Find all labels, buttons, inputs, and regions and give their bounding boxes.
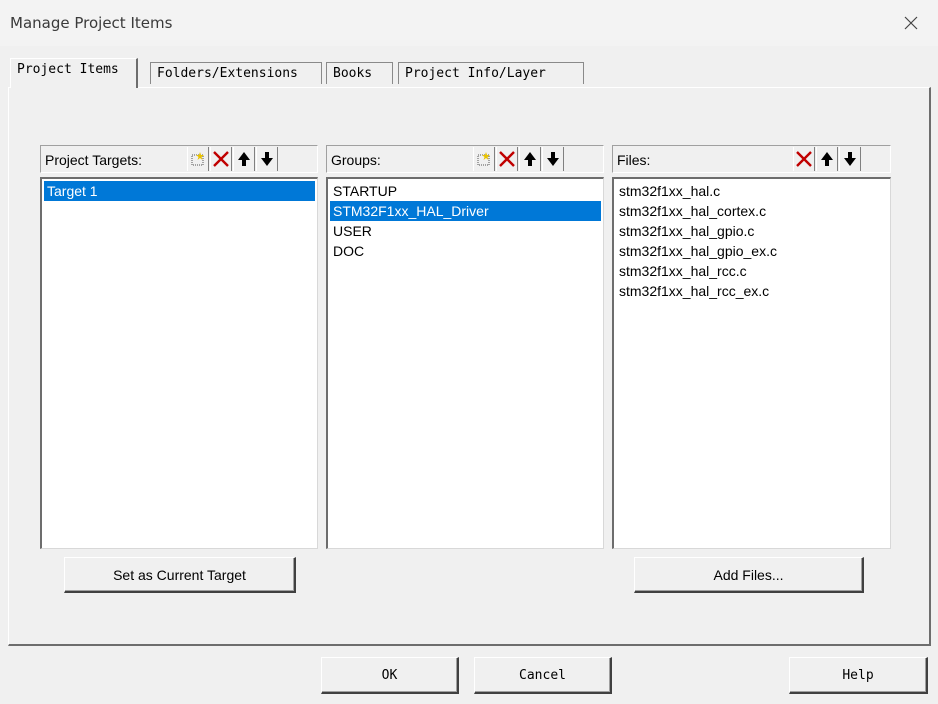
tab-label: Project Items — [17, 62, 119, 77]
tab-label: Project Info/Layer — [405, 66, 546, 81]
new-target-button[interactable] — [187, 147, 209, 171]
move-down-icon — [844, 152, 856, 166]
targets-list[interactable]: Target 1 — [40, 177, 318, 549]
targets-header: Project Targets: — [40, 145, 318, 173]
delete-icon — [499, 151, 515, 167]
move-target-down-button[interactable] — [256, 147, 278, 171]
delete-target-button[interactable] — [210, 147, 232, 171]
move-file-down-button[interactable] — [839, 147, 861, 171]
group-list-item[interactable]: DOC — [330, 241, 601, 261]
title-bar: Manage Project Items — [0, 0, 938, 46]
file-list-item[interactable]: stm32f1xx_hal_cortex.c — [616, 201, 888, 221]
group-list-item[interactable]: STM32F1xx_HAL_Driver — [330, 201, 601, 221]
button-label: Set as Current Target — [113, 566, 246, 583]
tab-project-items[interactable]: Project Items — [10, 58, 138, 88]
move-group-up-button[interactable] — [519, 147, 541, 171]
tab-label: Books — [333, 66, 373, 81]
targets-label: Project Targets: — [45, 152, 143, 168]
target-list-item[interactable]: Target 1 — [44, 181, 315, 201]
delete-group-button[interactable] — [496, 147, 518, 171]
move-down-icon — [261, 152, 273, 166]
button-label: Cancel — [519, 667, 566, 683]
move-down-icon — [547, 152, 559, 166]
window-title: Manage Project Items — [10, 14, 173, 32]
ok-button[interactable]: OK — [321, 657, 459, 694]
new-item-icon — [477, 152, 490, 166]
groups-label: Groups: — [331, 152, 381, 168]
new-group-button[interactable] — [473, 147, 495, 171]
files-list[interactable]: stm32f1xx_hal.c stm32f1xx_hal_cortex.c stm… — [612, 177, 891, 549]
move-up-icon — [524, 152, 536, 166]
groups-list[interactable]: STARTUP STM32F1xx_HAL_Driver USER DOC — [326, 177, 604, 549]
close-icon[interactable] — [898, 12, 924, 36]
move-up-icon — [821, 152, 833, 166]
button-label: Add Files... — [713, 566, 784, 583]
move-up-icon — [238, 152, 250, 166]
tab-project-info-layer[interactable]: Project Info/Layer — [398, 62, 584, 84]
delete-file-button[interactable] — [793, 147, 815, 171]
tab-folders-extensions[interactable]: Folders/Extensions — [150, 62, 322, 84]
file-list-item[interactable]: stm32f1xx_hal_rcc_ex.c — [616, 281, 888, 301]
set-current-target-button[interactable]: Set as Current Target — [64, 557, 296, 593]
file-list-item[interactable]: stm32f1xx_hal_gpio.c — [616, 221, 888, 241]
move-target-up-button[interactable] — [233, 147, 255, 171]
help-button[interactable]: Help — [789, 657, 928, 694]
group-list-item[interactable]: USER — [330, 221, 601, 241]
groups-header: Groups: — [326, 145, 604, 173]
new-item-icon — [191, 152, 204, 166]
delete-icon — [213, 151, 229, 167]
move-file-up-button[interactable] — [816, 147, 838, 171]
file-list-item[interactable]: stm32f1xx_hal_gpio_ex.c — [616, 241, 888, 261]
tab-label: Folders/Extensions — [157, 66, 298, 81]
files-header: Files: — [612, 145, 891, 173]
button-label: OK — [381, 667, 398, 683]
delete-icon — [796, 151, 812, 167]
move-group-down-button[interactable] — [542, 147, 564, 171]
file-list-item[interactable]: stm32f1xx_hal.c — [616, 181, 888, 201]
file-list-item[interactable]: stm32f1xx_hal_rcc.c — [616, 261, 888, 281]
cancel-button[interactable]: Cancel — [474, 657, 612, 694]
add-files-button[interactable]: Add Files... — [634, 557, 864, 593]
group-list-item[interactable]: STARTUP — [330, 181, 601, 201]
files-label: Files: — [617, 152, 651, 168]
tab-books[interactable]: Books — [326, 62, 393, 84]
button-label: Help — [842, 667, 874, 683]
